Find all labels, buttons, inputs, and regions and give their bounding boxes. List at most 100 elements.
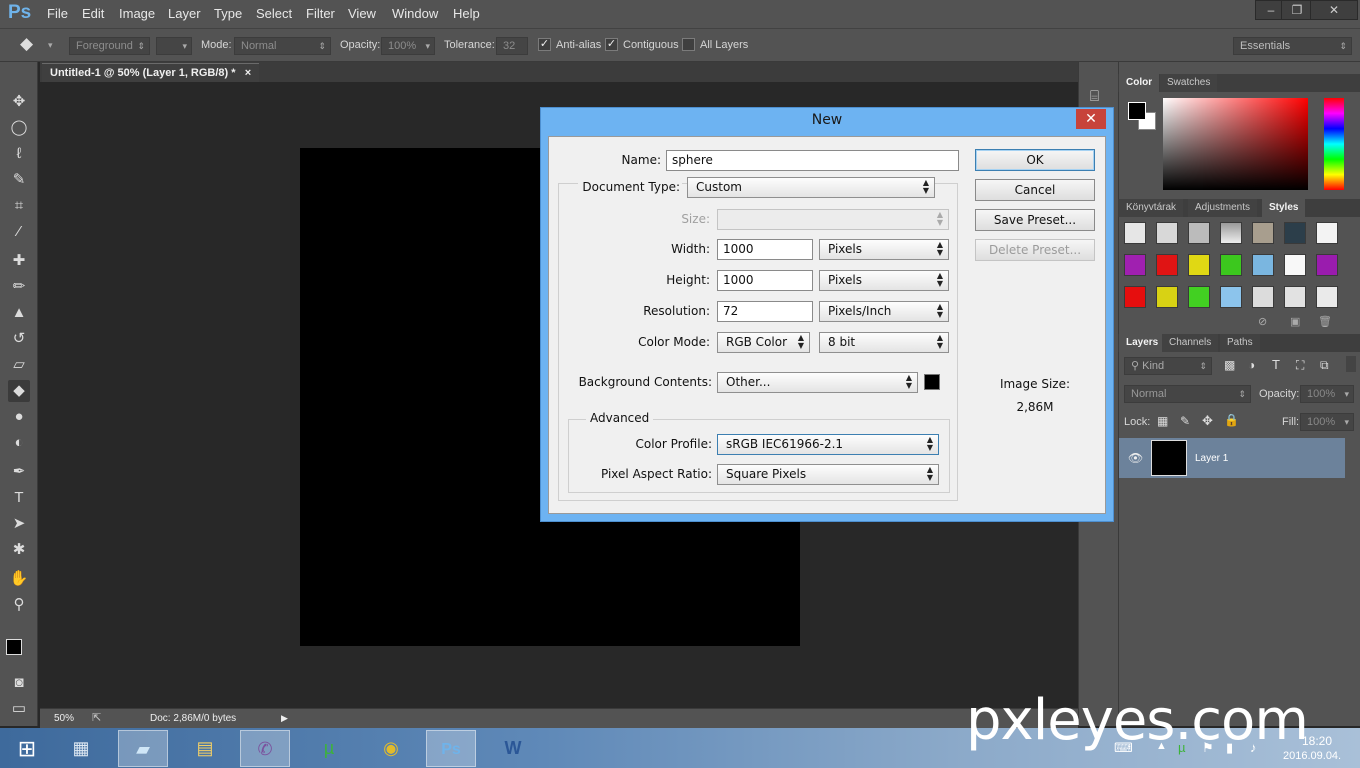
quick-selection-icon[interactable]: ✎ bbox=[8, 169, 30, 191]
color-mode-select[interactable]: RGB Color ▲ ▼ bbox=[717, 332, 810, 353]
document-type-select[interactable]: Custom ▲ ▼ bbox=[687, 177, 935, 198]
style-swatch[interactable] bbox=[1252, 254, 1274, 276]
hue-slider[interactable] bbox=[1324, 98, 1344, 190]
dialog-close-button[interactable]: ✕ bbox=[1076, 109, 1106, 129]
filter-shape-icon[interactable]: ⛶ bbox=[1296, 358, 1304, 373]
clock-date[interactable]: 2016.09.04. bbox=[1283, 750, 1341, 762]
type-tool-icon[interactable]: T bbox=[8, 487, 30, 509]
layer-fill-field[interactable]: 100% ▾ bbox=[1300, 413, 1354, 431]
style-swatch[interactable] bbox=[1220, 254, 1242, 276]
cancel-button[interactable]: Cancel bbox=[975, 179, 1095, 201]
layer-name[interactable]: Layer 1 bbox=[1195, 453, 1228, 464]
filter-toggle[interactable] bbox=[1346, 356, 1356, 372]
tab-adjustments[interactable]: Adjustments bbox=[1188, 199, 1258, 217]
tab-paths[interactable]: Paths bbox=[1220, 334, 1260, 352]
menu-view[interactable]: View bbox=[348, 6, 376, 21]
menu-image[interactable]: Image bbox=[119, 6, 155, 21]
filter-image-icon[interactable]: ▩ bbox=[1224, 358, 1235, 372]
style-swatch[interactable] bbox=[1188, 254, 1210, 276]
paint-bucket-icon[interactable]: ◆ bbox=[20, 34, 33, 54]
menu-type[interactable]: Type bbox=[214, 6, 242, 21]
dodge-tool-icon[interactable]: ◐ bbox=[8, 432, 30, 454]
utorrent-icon[interactable]: µ bbox=[304, 730, 354, 767]
custom-shape-icon[interactable]: ✱ bbox=[8, 539, 30, 561]
background-color-swatch[interactable] bbox=[924, 374, 940, 390]
restore-button[interactable]: ❐ bbox=[1281, 0, 1313, 20]
history-panel-icon[interactable]: ⌸ bbox=[1090, 88, 1099, 105]
tab-layers[interactable]: Layers bbox=[1119, 334, 1166, 352]
network-icon[interactable]: ▮ bbox=[1226, 740, 1233, 756]
height-unit-select[interactable]: Pixels ▲ ▼ bbox=[819, 270, 949, 291]
contiguous-checkbox[interactable]: ✓ bbox=[605, 38, 618, 51]
color-panel-foreground[interactable] bbox=[1128, 102, 1146, 120]
file-explorer-icon[interactable]: ▤ bbox=[180, 730, 230, 767]
menu-filter[interactable]: Filter bbox=[306, 6, 335, 21]
resolution-input[interactable]: 72 bbox=[717, 301, 813, 322]
filter-type-icon[interactable]: T bbox=[1272, 357, 1280, 372]
zoom-level[interactable]: 50% bbox=[54, 713, 74, 724]
keyboard-icon[interactable]: ⌨ bbox=[1114, 740, 1133, 756]
foreground-color-swatch[interactable] bbox=[6, 639, 22, 655]
menu-layer[interactable]: Layer bbox=[168, 6, 201, 21]
healing-brush-icon[interactable]: ✚ bbox=[8, 250, 30, 272]
save-preset-button[interactable]: Save Preset... bbox=[975, 209, 1095, 231]
crop-tool-icon[interactable]: ⌗ bbox=[8, 195, 30, 217]
fill-source-select[interactable]: Foreground ⇕ bbox=[69, 37, 150, 55]
chrome-icon[interactable]: ◉ bbox=[366, 730, 416, 767]
layer-blend-mode[interactable]: Normal ⇕ bbox=[1124, 385, 1251, 403]
workspace-select[interactable]: Essentials ⇕ bbox=[1233, 37, 1352, 55]
background-contents-select[interactable]: Other... ▲ ▼ bbox=[717, 372, 918, 393]
filter-adjustment-icon[interactable]: ◑ bbox=[1248, 358, 1255, 372]
eye-icon[interactable]: 👁 bbox=[1128, 451, 1143, 465]
lock-position-icon[interactable]: ✥ bbox=[1202, 413, 1213, 429]
tab-styles[interactable]: Styles bbox=[1262, 199, 1306, 217]
utorrent-tray-icon[interactable]: µ bbox=[1178, 740, 1186, 755]
style-swatch[interactable] bbox=[1124, 222, 1146, 244]
window-close-button[interactable]: ✕ bbox=[1310, 0, 1358, 20]
menu-help[interactable]: Help bbox=[453, 6, 480, 21]
style-swatch[interactable] bbox=[1316, 222, 1338, 244]
notes-app-icon[interactable]: ▰ bbox=[118, 730, 168, 767]
style-swatch[interactable] bbox=[1188, 286, 1210, 308]
style-swatch[interactable] bbox=[1316, 286, 1338, 308]
move-tool-icon[interactable]: ✥ bbox=[8, 91, 30, 113]
zoom-tool-icon[interactable]: ⚲ bbox=[8, 594, 30, 616]
style-swatch[interactable] bbox=[1156, 222, 1178, 244]
paint-bucket-tool-icon[interactable]: ◆ bbox=[8, 380, 30, 402]
quick-mask-icon[interactable]: ◙ bbox=[8, 672, 30, 694]
clock-time[interactable]: 18:20 bbox=[1302, 734, 1332, 748]
screen-mode-icon[interactable]: ▭ bbox=[8, 698, 30, 720]
resolution-unit-select[interactable]: Pixels/Inch ▲ ▼ bbox=[819, 301, 949, 322]
lock-all-icon[interactable]: 🔒 bbox=[1224, 413, 1239, 427]
photoshop-taskbar-icon[interactable]: Ps bbox=[426, 730, 476, 767]
style-swatch[interactable] bbox=[1188, 222, 1210, 244]
menu-select[interactable]: Select bbox=[256, 6, 292, 21]
lock-transparent-icon[interactable]: ▦ bbox=[1157, 414, 1168, 428]
delete-style-icon[interactable]: 🗑 bbox=[1318, 315, 1332, 328]
style-swatch[interactable] bbox=[1156, 286, 1178, 308]
new-style-icon[interactable]: ▣ bbox=[1290, 315, 1300, 328]
color-field[interactable] bbox=[1163, 98, 1308, 190]
style-swatch[interactable] bbox=[1316, 254, 1338, 276]
clear-style-icon[interactable]: ⊘ bbox=[1258, 315, 1267, 328]
layer-opacity-field[interactable]: 100% ▾ bbox=[1300, 385, 1354, 403]
brush-tool-icon[interactable]: ✏ bbox=[8, 276, 30, 298]
style-swatch[interactable] bbox=[1252, 222, 1274, 244]
width-input[interactable]: 1000 bbox=[717, 239, 813, 260]
hand-tool-icon[interactable]: ✋ bbox=[8, 568, 30, 590]
chevron-up-icon[interactable]: ▲ bbox=[1156, 740, 1167, 752]
filter-smart-icon[interactable]: ⧉ bbox=[1320, 358, 1329, 373]
tab-color[interactable]: Color bbox=[1119, 74, 1160, 92]
menu-window[interactable]: Window bbox=[392, 6, 438, 21]
style-swatch[interactable] bbox=[1284, 222, 1306, 244]
height-input[interactable]: 1000 bbox=[717, 270, 813, 291]
status-menu-arrow-icon[interactable]: ▶ bbox=[281, 713, 288, 724]
blur-tool-icon[interactable]: ● bbox=[8, 406, 30, 428]
ok-button[interactable]: OK bbox=[975, 149, 1095, 171]
style-swatch[interactable] bbox=[1220, 222, 1242, 244]
all-layers-checkbox[interactable] bbox=[682, 38, 695, 51]
chevron-down-icon[interactable]: ▾ bbox=[48, 40, 53, 51]
tab-swatches[interactable]: Swatches bbox=[1160, 74, 1218, 92]
export-icon[interactable]: ⇱ bbox=[92, 711, 101, 724]
flag-icon[interactable]: ⚑ bbox=[1202, 740, 1214, 756]
